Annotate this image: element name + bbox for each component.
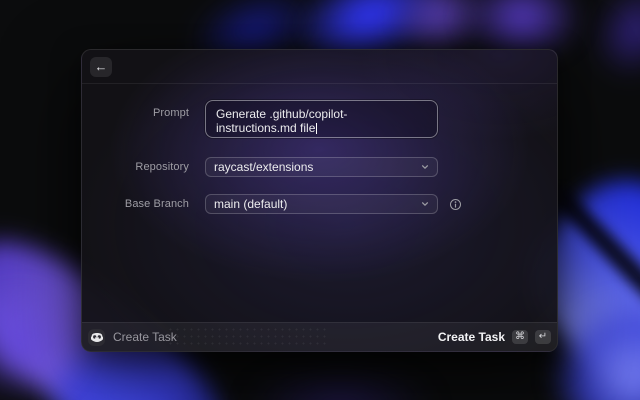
- form-row-base-branch: Base Branch main (default): [82, 194, 557, 214]
- command-name: Create Task: [113, 330, 177, 344]
- chevron-down-icon: [421, 200, 429, 208]
- github-copilot-icon: [88, 328, 105, 346]
- repository-dropdown[interactable]: raycast/extensions: [205, 157, 438, 177]
- background-art: [245, 368, 435, 400]
- window-header: ←: [82, 50, 557, 84]
- repository-value: raycast/extensions: [214, 160, 314, 174]
- prompt-label: Prompt: [152, 107, 189, 119]
- create-task-window: ← Prompt Generate .github/copilot-instru…: [81, 49, 558, 352]
- text-cursor: [316, 123, 318, 134]
- background-art: [548, 185, 640, 315]
- background-art: [577, 0, 640, 93]
- command-info: Create Task: [88, 328, 177, 346]
- create-task-form: Prompt Generate .github/copilot-instruct…: [82, 84, 557, 322]
- repository-label: Repository: [135, 161, 189, 173]
- return-key-icon: ↵: [535, 330, 551, 344]
- base-branch-label: Base Branch: [124, 198, 189, 210]
- action-bar: Create Task Create Task ⌘ ↵: [82, 322, 557, 351]
- desktop-background: ← Prompt Generate .github/copilot-instru…: [0, 0, 640, 400]
- background-art: [548, 295, 640, 400]
- back-arrow-icon: ←: [94, 58, 108, 74]
- back-button[interactable]: ←: [90, 56, 112, 77]
- info-icon[interactable]: [449, 194, 462, 214]
- base-branch-dropdown[interactable]: main (default): [205, 194, 438, 214]
- create-task-button-label: Create Task: [437, 330, 505, 344]
- chevron-down-icon: [421, 163, 429, 171]
- form-row-repository: Repository raycast/extensions: [82, 157, 557, 177]
- command-key-icon: ⌘: [512, 330, 528, 344]
- prompt-value: Generate .github/copilot-instructions.md…: [216, 107, 348, 135]
- prompt-input[interactable]: Generate .github/copilot-instructions.md…: [205, 100, 438, 138]
- base-branch-value: main (default): [214, 197, 288, 211]
- background-art: [0, 290, 85, 400]
- create-task-button[interactable]: Create Task ⌘ ↵: [438, 330, 551, 344]
- form-row-prompt: Prompt Generate .github/copilot-instruct…: [82, 100, 557, 138]
